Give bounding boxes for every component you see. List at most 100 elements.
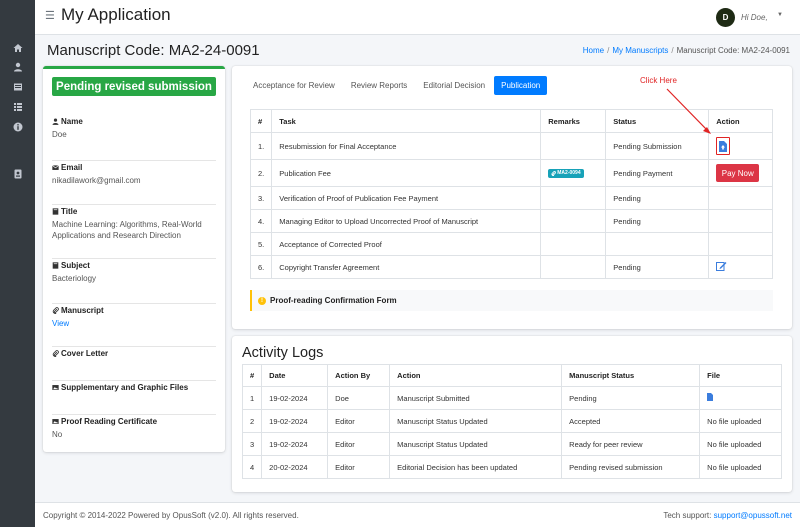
list-icon[interactable] [12,101,23,112]
top-navbar: ☰ My Application D Hi Doe, ▼ [35,0,800,35]
support-email-link[interactable]: support@opussoft.net [714,511,792,520]
pay-now-button[interactable]: Pay Now [716,164,760,182]
column-header: # [249,109,273,133]
book-icon [52,208,59,215]
column-header: Manuscript Status [561,364,701,387]
task-status: Pending [605,209,710,233]
chevron-down-icon[interactable]: ▼ [777,12,783,18]
click-here-annotation: Click Here [640,76,677,85]
log-date: 20-02-2024 [261,455,329,479]
manuscript-view-link[interactable]: View [52,318,216,329]
tech-support: Tech support: support@opussoft.net [663,511,792,520]
user-icon[interactable] [12,61,23,72]
edit-icon[interactable] [716,261,727,271]
tab-editorial-decision[interactable]: Editorial Decision [416,76,492,95]
name-section: Name Doe [52,117,216,161]
user-greeting[interactable]: Hi Doe, [741,13,768,22]
file-icon[interactable] [707,393,714,401]
task-table: # Task Remarks Status Action 1. Resubmis… [249,109,773,279]
status-badge: Pending revised submission [52,77,216,96]
avatar[interactable]: D [716,8,735,27]
breadcrumb-manuscripts[interactable]: My Manuscripts [612,46,668,55]
email-value: nikadilawork@gmail.com [52,176,141,185]
column-header: Date [261,364,329,387]
tab-acceptance-for-review[interactable]: Acceptance for Review [246,76,342,95]
row-number: 1. [249,132,273,160]
log-date: 19-02-2024 [261,409,329,433]
breadcrumb-current: Manuscript Code: MA2-24-0091 [676,46,790,55]
supplementary-label: Supplementary and Graphic Files [61,383,189,392]
column-header: Status [605,109,710,133]
row-number: 3. [249,186,273,210]
info-icon[interactable] [12,121,23,132]
email-section: Email nikadilawork@gmail.com [52,161,216,205]
upload-document-button[interactable] [716,137,731,155]
title-label: Title [61,207,78,216]
log-number: 3 [241,432,263,456]
tab-publication[interactable]: Publication [494,76,548,95]
cover-letter-section: Cover Letter [52,347,216,381]
proof-cert-value: No [52,430,63,439]
id-card-icon[interactable] [12,168,23,179]
task-status: Pending [605,186,710,210]
breadcrumb-home[interactable]: Home [583,46,604,55]
title-section: Title Machine Learning: Algorithms, Real… [52,205,216,259]
proof-cert-section: Proof Reading Certificate No [52,415,216,449]
menu-toggle-icon[interactable]: ☰ [45,9,55,22]
log-number: 2 [241,409,263,433]
proof-reading-callout[interactable]: ! Proof-reading Confirmation Form [250,290,773,311]
subject-value: Bacteriology [52,274,97,283]
home-icon[interactable] [12,42,23,53]
column-header: Action By [327,364,391,387]
log-action: Manuscript Submitted [389,386,563,410]
log-action-by: Editor [327,455,391,479]
email-label: Email [61,163,83,172]
book-icon [52,262,59,269]
log-date: 19-02-2024 [261,432,329,456]
table-row: 6. Copyright Transfer Agreement Pending [249,255,773,279]
column-header: # [241,364,263,387]
table-row: 2. Publication Fee MA2-0094 Pending Paym… [249,159,773,187]
warning-icon: ! [258,296,266,305]
log-status: Ready for peer review [561,432,701,456]
sidebar [0,0,35,527]
table-row: 3 19-02-2024 Editor Manuscript Status Up… [241,432,782,456]
activity-logs-title: Activity Logs [242,345,324,361]
manuscript-label: Manuscript [61,306,104,315]
column-header: Action [708,109,773,133]
subject-label: Subject [61,261,90,270]
log-status: Pending revised submission [561,455,701,479]
tab-bar: Acceptance for Review Review Reports Edi… [246,76,549,95]
task-name: Copyright Transfer Agreement [271,255,542,279]
cover-letter-label: Cover Letter [61,349,109,358]
paperclip-icon [52,307,59,314]
image-icon [52,418,59,425]
log-action: Editorial Decision has been updated [389,455,563,479]
task-status [605,232,710,256]
paperclip-icon [52,350,59,357]
column-header: Action [389,364,563,387]
task-name: Publication Fee [271,159,542,187]
envelope-icon [52,164,59,171]
callout-text: Proof-reading Confirmation Form [270,296,397,305]
table-row: 5. Acceptance of Corrected Proof [249,232,773,256]
manuscript-section: Manuscript View [52,304,216,347]
table-row: 1. Resubmission for Final Acceptance Pen… [249,132,773,160]
column-header: Task [271,109,542,133]
invoice-badge[interactable]: MA2-0094 [548,168,584,178]
table-row: 3. Verification of Proof of Publication … [249,186,773,210]
paperclip-icon [551,170,557,176]
file-upload-icon [719,140,728,152]
invoice-badge-label: MA2-0094 [557,170,581,176]
support-label: Tech support: [663,511,712,520]
inbox-icon[interactable] [12,81,23,92]
log-action: Manuscript Status Updated [389,432,563,456]
table-row: 2 19-02-2024 Editor Manuscript Status Up… [241,409,782,433]
task-status: Pending Submission [605,132,710,160]
tab-review-reports[interactable]: Review Reports [344,76,414,95]
table-row: 4 20-02-2024 Editor Editorial Decision h… [241,455,782,479]
manuscript-details-card: Pending revised submission Name Doe Emai… [43,66,225,452]
row-number: 5. [249,232,273,256]
log-file: No file uploaded [699,409,782,433]
publication-card: Acceptance for Review Review Reports Edi… [232,66,792,329]
